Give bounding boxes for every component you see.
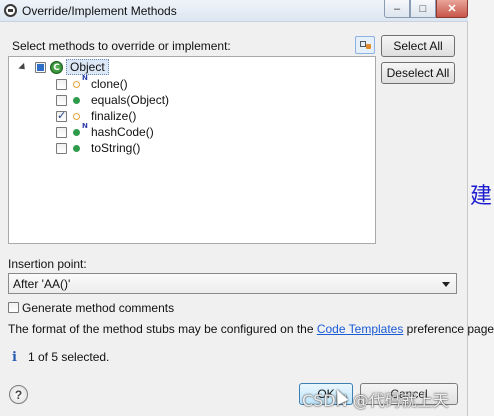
insertion-point-value: After 'AA()': [13, 277, 71, 291]
method-checkbox-equals[interactable]: [56, 95, 67, 106]
method-label[interactable]: toString(): [91, 141, 140, 155]
background-text-fragment: 建.: [470, 184, 494, 208]
native-badge-icon: N: [82, 122, 88, 130]
deselect-all-button[interactable]: Deselect All: [381, 62, 455, 84]
select-all-button[interactable]: Select All: [381, 35, 455, 57]
info-icon: i: [12, 350, 17, 365]
info-suffix: preference page.: [403, 322, 494, 336]
code-templates-link[interactable]: Code Templates: [317, 322, 404, 336]
protected-method-icon: [73, 113, 80, 120]
method-label[interactable]: finalize(): [91, 109, 136, 123]
insertion-point-label: Insertion point:: [8, 257, 87, 271]
method-checkbox-finalize[interactable]: [56, 109, 67, 122]
methods-tree[interactable]: C Object N clone() equals(Object) finali…: [8, 56, 376, 244]
class-icon: C: [50, 61, 63, 74]
background-window-strip: [468, 0, 494, 416]
public-method-icon: [73, 97, 80, 104]
insertion-point-select[interactable]: After 'AA()': [8, 273, 457, 294]
method-checkbox-clone[interactable]: [56, 79, 67, 90]
protected-method-icon: [73, 81, 80, 88]
method-label[interactable]: hashCode(): [91, 125, 154, 139]
expand-toggle-icon[interactable]: [18, 62, 28, 73]
sort-by-type-icon[interactable]: [355, 36, 375, 54]
info-prefix: The format of the method stubs may be co…: [8, 322, 317, 336]
method-label[interactable]: clone(): [91, 77, 128, 91]
generate-comments-checkbox[interactable]: [8, 302, 19, 313]
selection-status: 1 of 5 selected.: [28, 350, 110, 364]
native-badge-icon: N: [82, 74, 88, 82]
public-method-icon: [73, 129, 80, 136]
help-icon[interactable]: ?: [9, 385, 28, 404]
generate-comments-label[interactable]: Generate method comments: [22, 301, 174, 315]
root-checkbox[interactable]: [35, 62, 46, 73]
maximize-button[interactable]: □: [410, 0, 436, 18]
eclipse-icon: [4, 4, 17, 17]
override-implement-dialog: Override/Implement Methods – □ ✕ Select …: [0, 0, 494, 416]
title-bar: Override/Implement Methods – □ ✕: [0, 0, 468, 22]
methods-list-label: Select methods to override or implement:: [12, 39, 231, 53]
method-checkbox-hashcode[interactable]: [56, 127, 67, 138]
minimize-button[interactable]: –: [384, 0, 410, 18]
chevron-down-icon: [442, 282, 450, 287]
watermark-text: CSDN @代码就上天: [302, 391, 449, 410]
template-info-text: The format of the method stubs may be co…: [8, 322, 494, 336]
tree-root-label[interactable]: Object: [66, 59, 109, 75]
method-label[interactable]: equals(Object): [91, 93, 169, 107]
public-method-icon: [73, 145, 80, 152]
close-button[interactable]: ✕: [436, 0, 468, 18]
window-title: Override/Implement Methods: [22, 4, 177, 18]
method-checkbox-tostring[interactable]: [56, 143, 67, 154]
